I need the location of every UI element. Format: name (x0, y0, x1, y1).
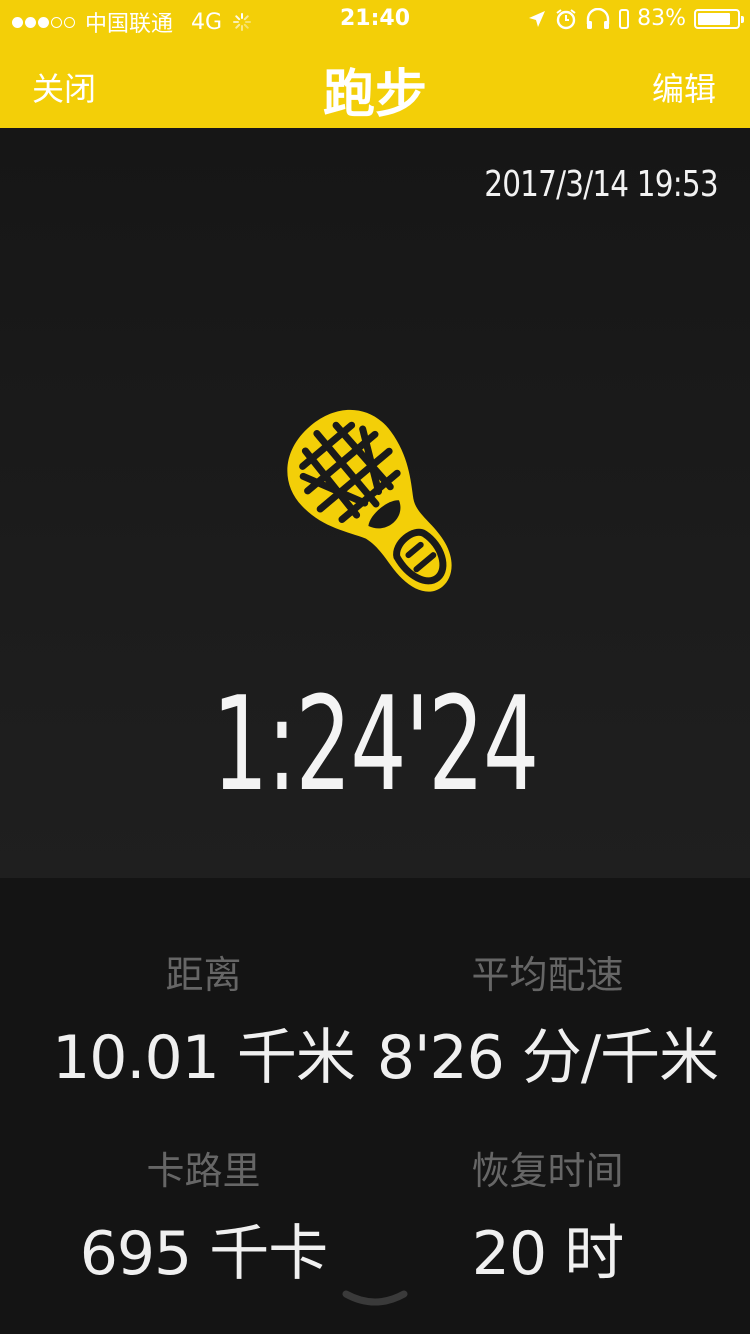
page-title: 跑步 (322, 65, 427, 125)
header: 中国联通 4G 21:40 83% 关闭 跑步 编辑 (0, 0, 750, 128)
stats-panel: 距离 10.01 千米 平均配速 8'26 分/千米 卡路里 695 千卡 恢复… (0, 878, 750, 1334)
stat-value: 695 千卡 (79, 1219, 329, 1289)
stat-label: 平均配速 (471, 953, 624, 997)
location-arrow-icon (529, 10, 546, 27)
activity-summary: 2017/3/14 19:53 1:24'24 (0, 128, 750, 878)
stat-distance: 距离 10.01 千米 (16, 944, 391, 1096)
running-shoe-icon (287, 409, 452, 592)
battery-icon (694, 8, 744, 29)
stat-value: 20 时 (471, 1219, 624, 1289)
chevron-down-icon[interactable] (342, 1288, 408, 1312)
alarm-icon (556, 8, 576, 29)
edit-button[interactable]: 编辑 (652, 64, 716, 110)
portrait-lock-icon (619, 8, 630, 29)
nav-bar: 关闭 跑步 编辑 (0, 40, 750, 128)
stat-value: 10.01 千米 (52, 1023, 356, 1093)
battery-percent: 83% (637, 6, 686, 31)
stat-label: 卡路里 (146, 1149, 261, 1193)
stat-avg-pace: 平均配速 8'26 分/千米 (360, 944, 735, 1096)
stat-recovery-time: 恢复时间 20 时 (360, 1140, 735, 1292)
activity-duration: 1:24'24 (212, 668, 539, 820)
stat-label: 距离 (165, 953, 242, 997)
stat-label: 恢复时间 (471, 1149, 624, 1193)
stat-value: 8'26 分/千米 (376, 1023, 719, 1093)
status-bar: 中国联通 4G 21:40 83% (0, 0, 750, 40)
status-right: 83% (519, 6, 744, 31)
battery-level (698, 12, 730, 25)
activity-datetime: 2017/3/14 19:53 (484, 164, 718, 205)
headphones-icon (586, 7, 610, 29)
stat-calories: 卡路里 695 千卡 (16, 1140, 391, 1292)
